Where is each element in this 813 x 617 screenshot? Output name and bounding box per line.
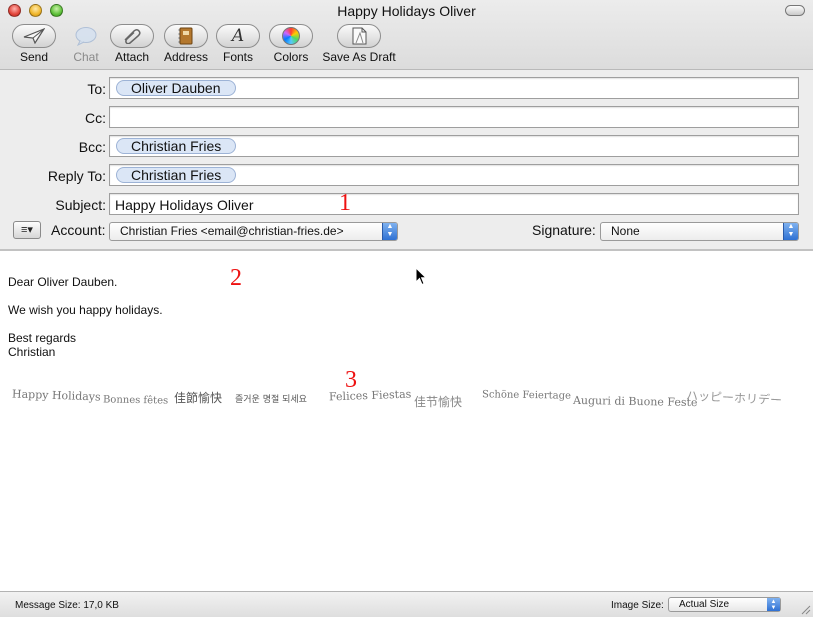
chat-label: Chat [73,50,99,64]
body-line: Best regards [8,331,77,345]
save-as-draft-label: Save As Draft [322,50,396,64]
reply-to-row: Reply To: Christian Fries [0,164,813,188]
greeting-text: 佳节愉快 [414,395,463,409]
bcc-field[interactable]: Christian Fries [109,135,799,157]
subject-value: Happy Holidays Oliver [115,197,254,213]
chat-icon [64,24,108,48]
greeting-text: Felices Fiestas [328,387,412,404]
to-row: To: Oliver Dauben [0,77,813,101]
recipient-token[interactable]: Christian Fries [116,138,237,154]
address-button[interactable]: Address [160,24,212,68]
reply-to-field[interactable]: Christian Fries [109,164,799,186]
message-headers: To: Oliver Dauben Cc: Bcc: Christian Fri… [0,70,813,251]
subject-label: Subject: [55,197,106,213]
annotation-marker: 1 [339,190,351,216]
account-value: Christian Fries <email@christian-fries.d… [120,224,344,238]
status-bar: Message Size: 17,0 KB Image Size: Actual… [0,591,813,617]
colors-label: Colors [273,50,309,64]
send-button[interactable]: Send [10,24,58,68]
account-popup[interactable]: Christian Fries <email@christian-fries.d… [109,222,398,241]
window-title: Happy Holidays Oliver [337,3,476,19]
body-line: Christian [8,345,56,359]
paperclip-icon [110,24,154,48]
color-wheel-icon [269,24,313,48]
header-options-menu-button[interactable]: ≡▾ [13,221,41,239]
body-line: Dear Oliver Dauben. [8,275,118,289]
popup-arrows-icon: ▲ ▼ [767,598,780,611]
greeting-text: 즐거운 명절 되세요 [235,395,307,405]
window-chrome: Happy Holidays Oliver Send Chat Attach A… [0,0,813,70]
resize-grip-icon[interactable] [799,603,811,615]
greeting-text: Bonnes fêtes [102,394,169,407]
title-bar: Happy Holidays Oliver [0,0,813,22]
send-label: Send [19,50,49,64]
image-size-value: Actual Size [679,599,730,610]
recipient-token[interactable]: Oliver Dauben [116,80,236,96]
draft-icon [337,24,381,48]
popup-arrows-icon: ▲ ▼ [382,223,397,240]
toolbar-toggle-button[interactable] [785,5,805,16]
to-field[interactable]: Oliver Dauben [109,77,799,99]
message-size-text: Message Size: 17,0 KB [15,600,119,611]
greeting-text: Happy Holidays [11,387,101,404]
annotation-marker: 2 [230,265,242,291]
message-body[interactable]: Dear Oliver Dauben. We wish you happy ho… [0,252,813,591]
popup-arrows-icon: ▲ ▼ [783,223,798,240]
body-line: We wish you happy holidays. [8,303,163,317]
save-as-draft-button[interactable]: Save As Draft [320,24,398,68]
cc-label: Cc: [85,110,106,126]
signature-value: None [611,224,640,238]
cc-field[interactable] [109,106,799,128]
reply-to-label: Reply To: [47,168,106,184]
attach-button[interactable]: Attach [109,24,155,68]
image-size-popup[interactable]: Actual Size ▲ ▼ [668,597,781,612]
fonts-icon: A [216,24,260,48]
fonts-button[interactable]: A Fonts [215,24,261,68]
image-size-label: Image Size: [611,600,664,611]
to-label: To: [87,81,106,97]
chat-button[interactable]: Chat [63,24,109,68]
annotation-marker: 3 [345,367,357,393]
greeting-text: ハッピーホリデー [685,388,783,408]
signature-label: Signature: [532,222,596,238]
signature-popup[interactable]: None ▲ ▼ [600,222,799,241]
send-icon [12,24,56,48]
fonts-label: Fonts [222,50,253,64]
greeting-text: 佳節愉快 [174,391,223,405]
colors-button[interactable]: Colors [268,24,314,68]
subject-field[interactable]: Happy Holidays Oliver [109,193,799,215]
greeting-text: Schöne Feiertage [481,389,572,402]
account-label: Account: [51,222,106,238]
mouse-pointer-icon [415,267,427,286]
cc-row: Cc: [0,106,813,130]
bcc-row: Bcc: Christian Fries [0,135,813,159]
address-label: Address [163,50,209,64]
bcc-label: Bcc: [78,139,106,155]
subject-row: Subject: Happy Holidays Oliver [0,193,813,217]
address-book-icon [164,24,208,48]
greeting-text: Auguri di Buone Feste [572,393,698,410]
attach-label: Attach [114,50,150,64]
recipient-token[interactable]: Christian Fries [116,167,237,183]
